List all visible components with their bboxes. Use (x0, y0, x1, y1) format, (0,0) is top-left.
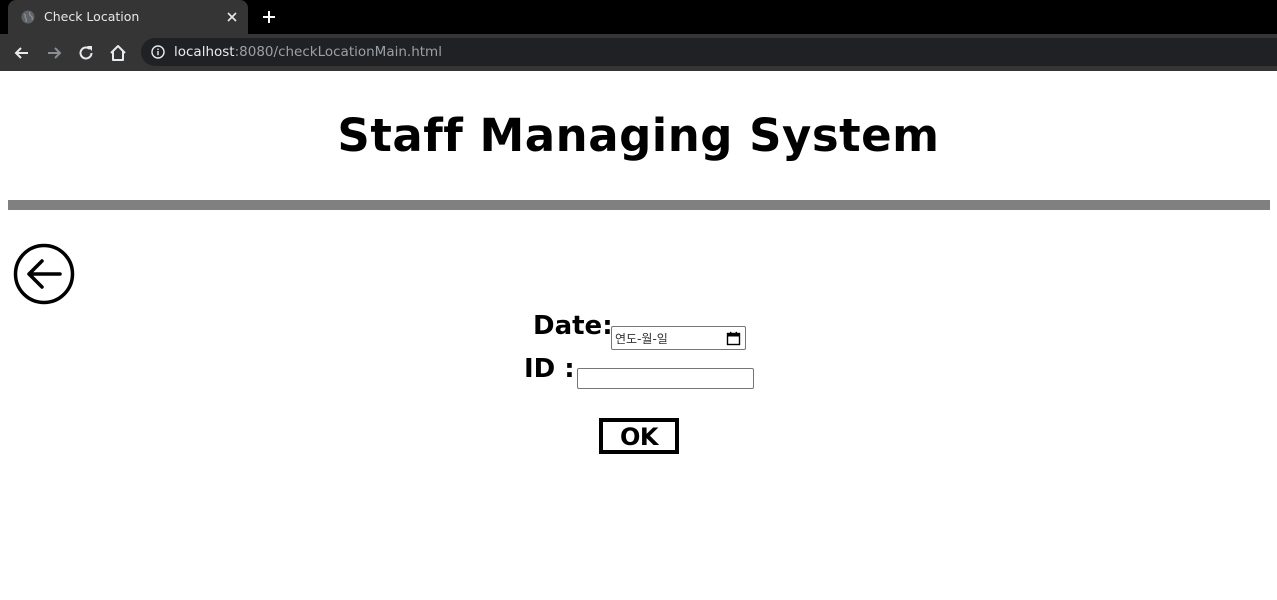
id-label: ID : (524, 354, 575, 384)
close-tab-icon[interactable] (225, 10, 239, 24)
reload-icon[interactable] (76, 43, 96, 63)
forward-nav-icon[interactable] (44, 43, 64, 63)
home-icon[interactable] (108, 43, 128, 63)
ok-button[interactable]: OK (599, 418, 679, 454)
ok-button-label: OK (620, 423, 659, 451)
url-text: localhost:8080/checkLocationMain.html (174, 44, 442, 60)
date-row: Date: 연도-월-일 (533, 311, 746, 350)
back-nav-icon[interactable] (12, 43, 32, 63)
back-arrow-circle-icon[interactable] (13, 243, 75, 305)
page-content: Staff Managing System Date: 연도-월-일 ID : … (0, 71, 1277, 600)
calendar-icon[interactable] (726, 331, 741, 346)
browser-toolbar: localhost:8080/checkLocationMain.html (0, 34, 1277, 71)
page-title: Staff Managing System (337, 109, 940, 162)
globe-icon (21, 10, 35, 24)
new-tab-icon[interactable] (261, 9, 277, 25)
address-bar[interactable]: localhost:8080/checkLocationMain.html (141, 38, 1277, 66)
browser-tabstrip: Check Location (0, 0, 1277, 34)
url-host: localhost (174, 44, 235, 60)
date-input[interactable]: 연도-월-일 (611, 326, 746, 350)
tab-title: Check Location (44, 9, 140, 24)
info-icon[interactable] (151, 45, 165, 59)
header-divider (8, 200, 1270, 210)
date-placeholder: 연도-월-일 (615, 332, 668, 346)
id-row: ID : (524, 354, 754, 389)
url-path: :8080/checkLocationMain.html (234, 44, 442, 60)
date-label: Date: (533, 311, 613, 341)
browser-tab[interactable]: Check Location (8, 0, 248, 34)
id-field[interactable] (577, 368, 754, 389)
